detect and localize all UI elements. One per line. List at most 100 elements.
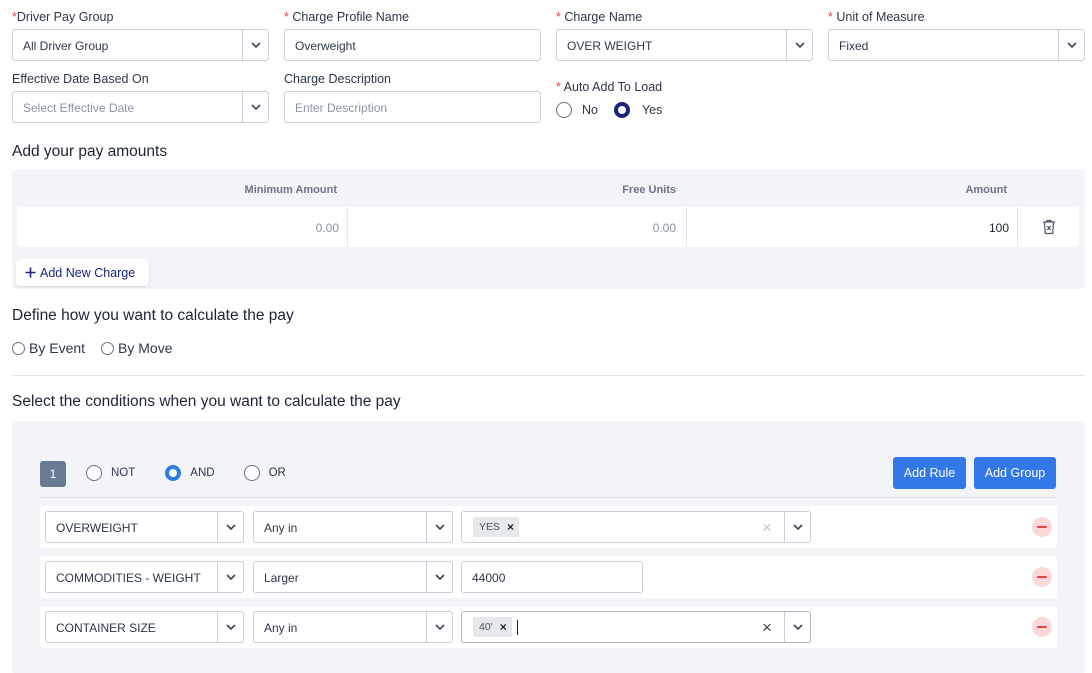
rule-operator-select[interactable]: Any in [253, 511, 453, 543]
close-icon[interactable]: × [500, 620, 507, 634]
add-rule-button[interactable]: Add Rule [893, 457, 966, 489]
minimum-amount-value: 0.00 [315, 221, 339, 235]
driver-pay-group-select[interactable]: All Driver Group [12, 29, 269, 61]
amount-value: 100 [988, 221, 1009, 235]
and-label: AND [190, 467, 215, 479]
unit-of-measure-label: * Unit of Measure [828, 10, 925, 24]
charge-name-select[interactable]: OVER WEIGHT [556, 29, 813, 61]
chevron-down-icon[interactable] [217, 612, 243, 642]
add-group-button[interactable]: Add Group [974, 457, 1056, 489]
unit-of-measure-select[interactable]: Fixed [828, 29, 1085, 61]
charge-profile-name-value: Overweight [295, 39, 356, 53]
close-icon[interactable]: × [507, 520, 514, 534]
chevron-down-icon[interactable] [426, 562, 452, 592]
chevron-down-icon[interactable] [426, 512, 452, 542]
conditions-panel: 1 NOT AND OR Add Rule Add Group OVERWEIG… [12, 421, 1085, 673]
rule-field-select[interactable]: CONTAINER SIZE [45, 611, 244, 643]
rule-value-multiselect[interactable]: 40' × × [461, 611, 811, 643]
chevron-down-icon[interactable] [784, 612, 810, 642]
amount-input[interactable]: 100 [687, 207, 1018, 247]
chevron-down-icon[interactable] [242, 30, 268, 60]
free-units-value: 0.00 [652, 221, 676, 235]
driver-pay-group-label: *Driver Pay Group [12, 10, 114, 24]
rule-field-select[interactable]: OVERWEIGHT [45, 511, 244, 543]
effective-date-select[interactable]: Select Effective Date [12, 91, 269, 123]
rule-field-value: CONTAINER SIZE [56, 621, 156, 635]
chevron-down-icon[interactable] [242, 92, 268, 122]
rule-value: 44000 [472, 571, 506, 585]
charge-profile-name-input[interactable]: Overweight [284, 29, 541, 61]
minus-circle-icon[interactable] [1032, 567, 1052, 587]
rule-operator-select[interactable]: Larger [253, 561, 453, 593]
conditions-title: Select the conditions when you want to c… [12, 393, 401, 410]
chevron-down-icon[interactable] [784, 512, 810, 542]
rule-field-value: COMMODITIES - WEIGHT [56, 571, 201, 585]
by-move-radio[interactable] [101, 341, 115, 355]
pay-amounts-title: Add your pay amounts [12, 143, 168, 160]
auto-add-no-label: No [582, 103, 598, 117]
minus-circle-icon[interactable] [1032, 617, 1052, 637]
charge-name-value: OVER WEIGHT [567, 39, 653, 53]
rule-operator-value: Any in [264, 621, 298, 635]
not-label: NOT [111, 467, 136, 479]
rule-value-input[interactable]: 44000 [461, 561, 643, 593]
by-event-radio[interactable] [12, 341, 25, 355]
add-new-charge-button[interactable]: Add New Charge [16, 259, 149, 286]
close-icon[interactable]: × [762, 618, 772, 638]
group-number-badge: 1 [40, 461, 66, 487]
minus-circle-icon[interactable] [1032, 517, 1052, 537]
value-tag: YES × [473, 517, 520, 537]
close-icon[interactable]: × [762, 518, 772, 538]
chevron-down-icon[interactable] [217, 562, 243, 592]
driver-pay-group-value: All Driver Group [23, 39, 109, 53]
and-radio[interactable] [165, 465, 182, 481]
rule-field-value: OVERWEIGHT [56, 521, 138, 535]
add-new-charge-label: Add New Charge [40, 265, 136, 280]
rule-operator-value: Any in [264, 521, 298, 535]
operator-radio-group: NOT AND OR [86, 465, 286, 481]
free-units-input[interactable]: 0.00 [348, 207, 687, 247]
effective-date-label: Effective Date Based On [12, 72, 149, 86]
auto-add-no-radio[interactable] [556, 102, 572, 118]
group-divider [40, 497, 1057, 498]
auto-add-yes-radio[interactable] [613, 102, 630, 118]
column-header-minimum-amount: Minimum Amount [244, 184, 337, 196]
plus-icon [25, 267, 36, 278]
rule-operator-select[interactable]: Any in [253, 611, 453, 643]
chevron-down-icon[interactable] [426, 612, 452, 642]
auto-add-yes-label: Yes [641, 103, 663, 117]
charge-profile-name-label: * Charge Profile Name [284, 10, 410, 24]
charge-description-placeholder: Enter Description [295, 101, 388, 115]
chevron-down-icon[interactable] [217, 512, 243, 542]
unit-of-measure-value: Fixed [839, 39, 869, 53]
auto-add-radio-group: No Yes [556, 102, 662, 118]
charge-description-input[interactable]: Enter Description [284, 91, 541, 123]
by-move-label: By Move [118, 340, 173, 356]
rule-row: OVERWEIGHT Any in YES × × [40, 506, 1057, 548]
table-row: 0.00 0.00 100 [17, 207, 1079, 247]
not-radio[interactable] [86, 465, 102, 481]
divider [12, 375, 1085, 376]
calculate-radio-group: By Event By Move [12, 340, 173, 356]
pay-amounts-panel: Minimum Amount Free Units Amount 0.00 0.… [12, 170, 1085, 289]
charge-name-label: * Charge Name [556, 10, 643, 24]
or-label: OR [268, 467, 286, 479]
chevron-down-icon[interactable] [1058, 30, 1084, 60]
column-header-amount: Amount [965, 184, 1007, 196]
rule-row: COMMODITIES - WEIGHT Larger 44000 [40, 556, 1057, 598]
charge-description-label: Charge Description [284, 72, 391, 86]
trash-icon[interactable] [1042, 219, 1056, 240]
rule-row: CONTAINER SIZE Any in 40' × × [40, 606, 1057, 648]
rule-value-multiselect[interactable]: YES × × [461, 511, 811, 543]
or-radio[interactable] [243, 465, 260, 481]
effective-date-placeholder: Select Effective Date [23, 101, 135, 115]
text-cursor [516, 619, 518, 635]
column-header-free-units: Free Units [622, 184, 676, 196]
auto-add-label: * Auto Add To Load [556, 80, 663, 94]
calculate-title: Define how you want to calculate the pay [12, 307, 294, 324]
by-event-label: By Event [29, 340, 86, 356]
minimum-amount-input[interactable]: 0.00 [17, 207, 348, 247]
rule-operator-value: Larger [264, 571, 299, 585]
rule-field-select[interactable]: COMMODITIES - WEIGHT [45, 561, 244, 593]
chevron-down-icon[interactable] [786, 30, 812, 60]
